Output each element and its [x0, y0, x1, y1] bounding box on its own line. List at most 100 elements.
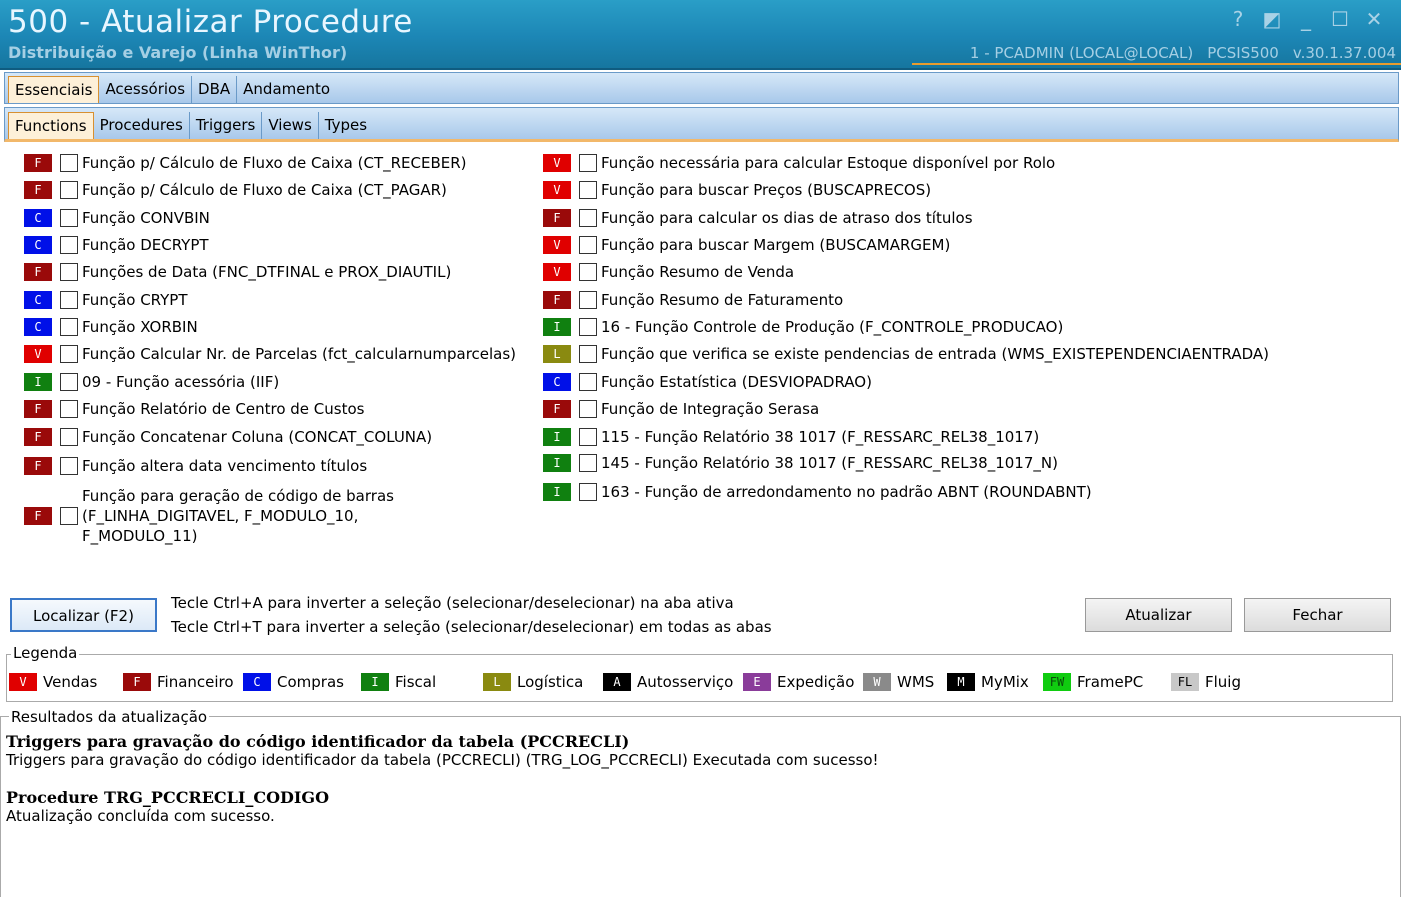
legend-label: WMS — [897, 673, 935, 691]
main-tabs: Essenciais Acessórios DBA Andamento — [4, 72, 1399, 104]
help-icon[interactable]: ? — [1221, 8, 1255, 32]
results-title: Resultados da atualização — [9, 708, 210, 726]
function-checkbox[interactable] — [60, 507, 78, 525]
function-checkbox[interactable] — [60, 345, 78, 363]
function-checkbox[interactable] — [60, 457, 78, 475]
function-checkbox[interactable] — [60, 236, 78, 254]
function-item[interactable]: F Função Concatenar Coluna (CONCAT_COLUNA… — [24, 426, 432, 448]
function-item[interactable]: F Função Resumo de Faturamento — [543, 289, 843, 311]
function-checkbox[interactable] — [60, 291, 78, 309]
function-checkbox[interactable] — [579, 263, 597, 281]
function-checkbox[interactable] — [60, 154, 78, 172]
category-badge: F — [543, 400, 571, 418]
legend-item-autosservi-o: A Autosserviço — [603, 673, 733, 691]
function-checkbox[interactable] — [579, 236, 597, 254]
result-line-2: Atualização concluída com sucesso. — [6, 807, 275, 825]
atualizar-button[interactable]: Atualizar — [1085, 598, 1232, 632]
function-checkbox[interactable] — [579, 454, 597, 472]
function-item[interactable]: V Função necessária para calcular Estoque… — [543, 152, 1055, 174]
tab-acessorios[interactable]: Acessórios — [99, 76, 193, 103]
function-item[interactable]: F Função p/ Cálculo de Fluxo de Caixa (CT… — [24, 179, 447, 201]
minimize-icon[interactable]: _ — [1289, 8, 1323, 32]
function-item[interactable]: V Função Calcular Nr. de Parcelas (fct_ca… — [24, 343, 516, 365]
function-item[interactable]: F Função Relatório de Centro de Custos — [24, 398, 364, 420]
results-panel: Resultados da atualização Triggers para … — [0, 708, 1401, 897]
function-item[interactable]: F Função de Integração Serasa — [543, 398, 819, 420]
hint-ctrl-a: Tecle Ctrl+A para inverter a seleção (se… — [171, 594, 734, 612]
legend-item-wms: W WMS — [863, 673, 934, 691]
tab-andamento[interactable]: Andamento — [237, 76, 336, 103]
function-item[interactable]: C Função CONVBIN — [24, 207, 210, 229]
legend-badge: W — [863, 673, 891, 691]
function-checkbox[interactable] — [60, 263, 78, 281]
function-checkbox[interactable] — [579, 428, 597, 446]
tab-essenciais[interactable]: Essenciais — [8, 76, 100, 103]
tab-triggers[interactable]: Triggers — [190, 112, 263, 139]
function-item[interactable]: I 163 - Função de arredondamento no padrã… — [543, 481, 1092, 503]
title-underline — [912, 63, 1401, 65]
function-label: Função CRYPT — [82, 291, 188, 309]
legend-badge: L — [483, 673, 511, 691]
function-item[interactable]: F Funções de Data (FNC_DTFINAL e PROX_DIA… — [24, 261, 451, 283]
legend-item-log-stica: L Logística — [483, 673, 583, 691]
function-item[interactable]: I 16 - Função Controle de Produção (F_CON… — [543, 316, 1063, 338]
function-checkbox[interactable] — [60, 373, 78, 391]
function-item[interactable]: C Função CRYPT — [24, 289, 188, 311]
legend-item-compras: C Compras — [243, 673, 344, 691]
function-item[interactable]: C Função XORBIN — [24, 316, 198, 338]
legend-item-vendas: V Vendas — [9, 673, 97, 691]
tab-views[interactable]: Views — [262, 112, 319, 139]
function-label: Função Concatenar Coluna (CONCAT_COLUNA) — [82, 428, 433, 446]
function-item[interactable]: F Função para calcular os dias de atraso … — [543, 207, 973, 229]
function-label: Função p/ Cálculo de Fluxo de Caixa (CT_… — [82, 181, 447, 199]
function-checkbox[interactable] — [579, 154, 597, 172]
tab-types[interactable]: Types — [319, 112, 373, 139]
legend-badge: E — [743, 673, 771, 691]
function-checkbox[interactable] — [579, 318, 597, 336]
function-item[interactable]: V Função para buscar Margem (BUSCAMARGEM) — [543, 234, 950, 256]
function-label: Função Relatório de Centro de Custos — [82, 400, 365, 418]
function-item[interactable]: L Função que verifica se existe pendencia… — [543, 343, 1269, 365]
function-item[interactable]: I 09 - Função acessória (IIF) — [24, 371, 279, 393]
function-label: Função Estatística (DESVIOPADRAO) — [601, 373, 872, 391]
function-item[interactable]: I 115 - Função Relatório 38 1017 (F_RESSA… — [543, 426, 1039, 448]
function-checkbox[interactable] — [579, 345, 597, 363]
restore-icon[interactable]: ◩ — [1255, 8, 1289, 32]
function-checkbox[interactable] — [579, 373, 597, 391]
function-checkbox[interactable] — [579, 181, 597, 199]
legend-item-mymix: M MyMix — [947, 673, 1029, 691]
function-checkbox[interactable] — [579, 209, 597, 227]
category-badge: F — [24, 507, 52, 525]
maximize-icon[interactable]: ☐ — [1323, 8, 1357, 32]
legend-label: Autosserviço — [637, 673, 734, 691]
function-checkbox[interactable] — [60, 181, 78, 199]
fechar-button[interactable]: Fechar — [1244, 598, 1391, 632]
function-item[interactable]: V Função Resumo de Venda — [543, 261, 794, 283]
function-checkbox[interactable] — [60, 428, 78, 446]
function-checkbox[interactable] — [579, 483, 597, 501]
tab-dba[interactable]: DBA — [192, 76, 238, 103]
function-checkbox[interactable] — [60, 209, 78, 227]
category-badge: F — [24, 457, 52, 475]
function-label: Função CONVBIN — [82, 209, 210, 227]
function-label: 09 - Função acessória (IIF) — [82, 373, 280, 391]
legend-badge: F — [123, 673, 151, 691]
legend-badge: I — [361, 673, 389, 691]
localizar-button[interactable]: Localizar (F2) — [10, 598, 157, 632]
function-item[interactable]: F Função p/ Cálculo de Fluxo de Caixa (CT… — [24, 152, 467, 174]
function-item[interactable]: C Função Estatística (DESVIOPADRAO) — [543, 371, 872, 393]
function-item[interactable]: V Função para buscar Preços (BUSCAPRECOS) — [543, 179, 931, 201]
function-checkbox[interactable] — [579, 400, 597, 418]
function-checkbox[interactable] — [60, 318, 78, 336]
functions-panel: F Função p/ Cálculo de Fluxo de Caixa (CT… — [4, 142, 1399, 582]
tab-procedures[interactable]: Procedures — [94, 112, 190, 139]
legend-badge: V — [9, 673, 37, 691]
function-item[interactable]: F Função altera data vencimento títulos — [24, 455, 367, 477]
function-checkbox[interactable] — [60, 400, 78, 418]
function-item[interactable]: C Função DECRYPT — [24, 234, 209, 256]
function-item[interactable]: I 145 - Função Relatório 38 1017 (F_RESSA… — [543, 452, 1058, 474]
function-item[interactable]: F Função para geração de código de barras… — [24, 487, 394, 545]
tab-functions[interactable]: Functions — [8, 112, 94, 139]
close-icon[interactable]: ✕ — [1357, 8, 1391, 32]
function-checkbox[interactable] — [579, 291, 597, 309]
